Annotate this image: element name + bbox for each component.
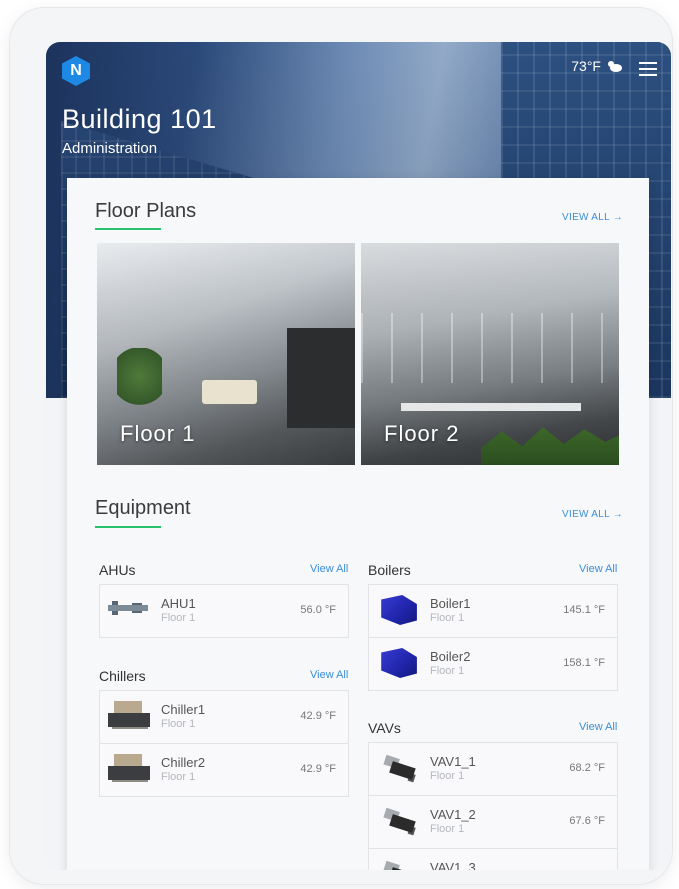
equipment-name: VAV1_3 xyxy=(430,860,476,870)
building-title: Building 101 xyxy=(62,104,217,134)
equipment-location: Floor 1 xyxy=(161,612,196,624)
boilers-heading: Boilers xyxy=(368,562,411,578)
ahus-list: AHU1 Floor 1 56.0 °F xyxy=(99,584,349,638)
equipment-name: VAV1_1 xyxy=(430,754,476,769)
equipment-name: AHU1 xyxy=(161,596,196,611)
equipment-location: Floor 1 xyxy=(430,612,465,624)
equipment-underline xyxy=(95,526,161,528)
equipment-location: Floor 1 xyxy=(161,718,196,730)
vav-icon xyxy=(373,747,423,789)
equipment-temperature: 67.6 °F xyxy=(569,815,605,827)
equipment-location: Floor 1 xyxy=(161,771,196,783)
floor-plans-underline xyxy=(95,228,161,230)
floor-2-label: Floor 2 xyxy=(384,421,460,446)
desk-decor xyxy=(401,403,581,411)
plant-decor xyxy=(117,348,162,418)
floor-plans-heading: Floor Plans xyxy=(95,200,197,222)
equipment-row-vav1-3[interactable]: VAV1_3 xyxy=(368,848,618,870)
floor-plans-view-all-link[interactable]: VIEW ALL → xyxy=(562,212,623,223)
building-subtitle: Administration xyxy=(62,140,158,157)
equipment-view-all-link[interactable]: VIEW ALL → xyxy=(562,509,623,520)
boiler-icon xyxy=(381,595,417,625)
ahus-view-all-link[interactable]: View All xyxy=(310,563,348,575)
floor-1-label: Floor 1 xyxy=(120,421,196,446)
chillers-heading: Chillers xyxy=(99,668,146,684)
tablet-frame: N 73°F Building 101 Administration Floor… xyxy=(10,8,672,884)
equipment-row-chiller1[interactable]: Chiller1 Floor 1 42.9 °F xyxy=(99,690,349,744)
equipment-temperature: 158.1 °F xyxy=(563,657,605,669)
hamburger-menu-icon[interactable] xyxy=(639,62,657,76)
vav-icon xyxy=(373,800,423,842)
equipment-row-boiler2[interactable]: Boiler2 Floor 1 158.1 °F xyxy=(368,637,618,691)
equipment-temperature: 56.0 °F xyxy=(300,604,336,616)
ahus-heading: AHUs xyxy=(99,562,136,578)
boilers-view-all-link[interactable]: View All xyxy=(579,563,617,575)
equipment-heading: Equipment xyxy=(95,497,191,519)
equipment-location: Floor 1 xyxy=(430,823,465,835)
equipment-name: VAV1_2 xyxy=(430,807,476,822)
vavs-heading: VAVs xyxy=(368,720,401,736)
equipment-temperature: 145.1 °F xyxy=(563,604,605,616)
chillers-list: Chiller1 Floor 1 42.9 °F Chiller2 Floor … xyxy=(99,690,349,797)
partly-cloudy-icon xyxy=(608,61,622,72)
glass-partition-decor xyxy=(361,313,619,383)
vavs-view-all-link[interactable]: View All xyxy=(579,721,617,733)
sofa-decor xyxy=(202,380,257,404)
weather-widget: 73°F xyxy=(571,58,623,74)
equipment-temperature: 42.9 °F xyxy=(300,710,336,722)
chiller-icon xyxy=(108,701,150,731)
ahu-icon xyxy=(108,595,150,625)
equipment-name: Boiler2 xyxy=(430,649,471,664)
vavs-list: VAV1_1 Floor 1 68.2 °F VAV1_2 Floor 1 67… xyxy=(368,742,618,870)
main-content-card: Floor Plans VIEW ALL → Floor 1 Floor 2 E… xyxy=(67,178,649,870)
equipment-temperature: 42.9 °F xyxy=(300,763,336,775)
equipment-row-chiller2[interactable]: Chiller2 Floor 1 42.9 °F xyxy=(99,743,349,797)
equipment-row-vav1-1[interactable]: VAV1_1 Floor 1 68.2 °F xyxy=(368,742,618,796)
wall-decor xyxy=(287,328,355,428)
equipment-name: Chiller1 xyxy=(161,702,206,717)
chillers-view-all-link[interactable]: View All xyxy=(310,669,348,681)
equipment-location: Floor 1 xyxy=(430,770,465,782)
floor-1-tile[interactable]: Floor 1 xyxy=(97,243,355,465)
app-logo-icon[interactable]: N xyxy=(62,56,90,86)
temperature-label: 73°F xyxy=(571,58,601,74)
vav-icon xyxy=(373,853,423,870)
app-screen: N 73°F Building 101 Administration Floor… xyxy=(46,42,671,870)
equipment-row-ahu1[interactable]: AHU1 Floor 1 56.0 °F xyxy=(99,584,349,638)
equipment-name: Chiller2 xyxy=(161,755,206,770)
equipment-row-vav1-2[interactable]: VAV1_2 Floor 1 67.6 °F xyxy=(368,795,618,849)
equipment-name: Boiler1 xyxy=(430,596,471,611)
equipment-location: Floor 1 xyxy=(430,665,465,677)
floor-2-tile[interactable]: Floor 2 xyxy=(361,243,619,465)
boiler-icon xyxy=(381,648,417,678)
equipment-temperature: 68.2 °F xyxy=(569,762,605,774)
plants-decor xyxy=(481,427,619,465)
equipment-row-boiler1[interactable]: Boiler1 Floor 1 145.1 °F xyxy=(368,584,618,638)
chiller-icon xyxy=(108,754,150,784)
boilers-list: Boiler1 Floor 1 145.1 °F Boiler2 Floor 1… xyxy=(368,584,618,691)
